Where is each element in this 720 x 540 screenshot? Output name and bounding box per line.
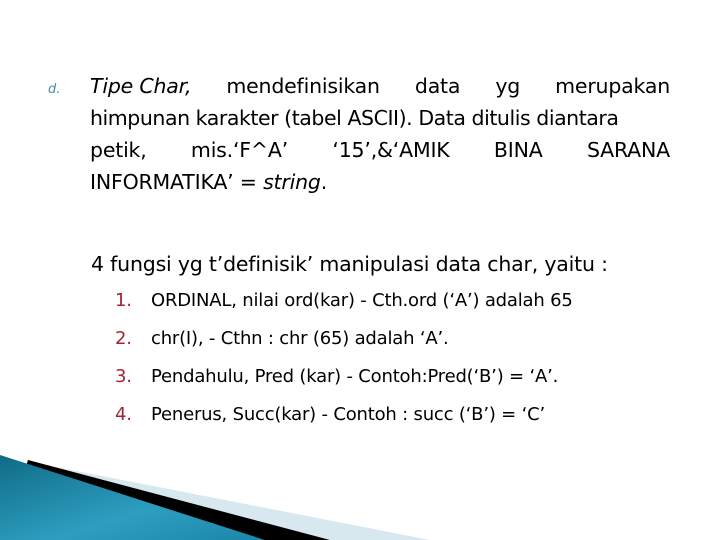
word: petik, (90, 138, 147, 162)
term-string: string (263, 170, 321, 194)
function-list: 1. ORDINAL, nilai ord(kar) - Cth.ord (‘A… (115, 288, 573, 440)
word: data (414, 74, 461, 98)
word: merupakan (555, 74, 670, 98)
term-tipe-char: Tipe Char, (90, 70, 191, 102)
paragraph-line-4: INFORMATIKA’ = string. (90, 166, 670, 198)
list-number: 4. (115, 404, 132, 425)
list-text: chr(I), - Cthn : chr (65) adalah ‘A’. (151, 328, 449, 349)
word: SARANA (586, 138, 670, 162)
term-italic: Tipe Char, (90, 74, 192, 98)
list-number: 2. (115, 328, 132, 349)
list-item: 4. Penerus, Succ(kar) - Contoh : succ (‘… (115, 402, 573, 440)
word: BINA (493, 138, 543, 162)
list-text: Pendahulu, Pred (kar) - Contoh:Pred(‘B’)… (151, 366, 559, 387)
list-text: Penerus, Succ(kar) - Contoh : succ (‘B’)… (151, 404, 545, 425)
list-number: 1. (115, 290, 132, 311)
corner-decoration (0, 455, 430, 540)
word: ‘15’,&‘AMIK (332, 138, 450, 162)
word: yg (495, 74, 521, 98)
bullet-letter: d. (48, 82, 61, 97)
word: mendefinisikan (226, 74, 380, 98)
list-number: 3. (115, 366, 132, 387)
text: . (320, 170, 328, 194)
list-text: ORDINAL, nilai ord(kar) - Cth.ord (‘A’) … (151, 290, 573, 311)
paragraph-line-3: petik, mis.‘F^A’ ‘15’,&‘AMIK BINA SARANA (90, 134, 670, 166)
teal-wedge (0, 455, 265, 540)
slide: d. Tipe Char, mendefinisikan data yg mer… (0, 0, 720, 540)
word: mis.‘F^A’ (190, 138, 289, 162)
list-item: 1. ORDINAL, nilai ord(kar) - Cth.ord (‘A… (115, 288, 573, 326)
text: INFORMATIKA’ = (90, 170, 264, 194)
list-item: 3. Pendahulu, Pred (kar) - Contoh:Pred(‘… (115, 364, 573, 402)
paragraph-line-2: himpunan karakter (tabel ASCII). Data di… (90, 106, 619, 130)
paragraph-tipe-char: Tipe Char, mendefinisikan data yg merupa… (90, 70, 670, 198)
list-item: 2. chr(I), - Cthn : chr (65) adalah ‘A’. (115, 326, 573, 364)
list-intro: 4 fungsi yg t’definisik’ manipulasi data… (91, 252, 608, 276)
paragraph-line-1: Tipe Char, mendefinisikan data yg merupa… (90, 70, 670, 102)
